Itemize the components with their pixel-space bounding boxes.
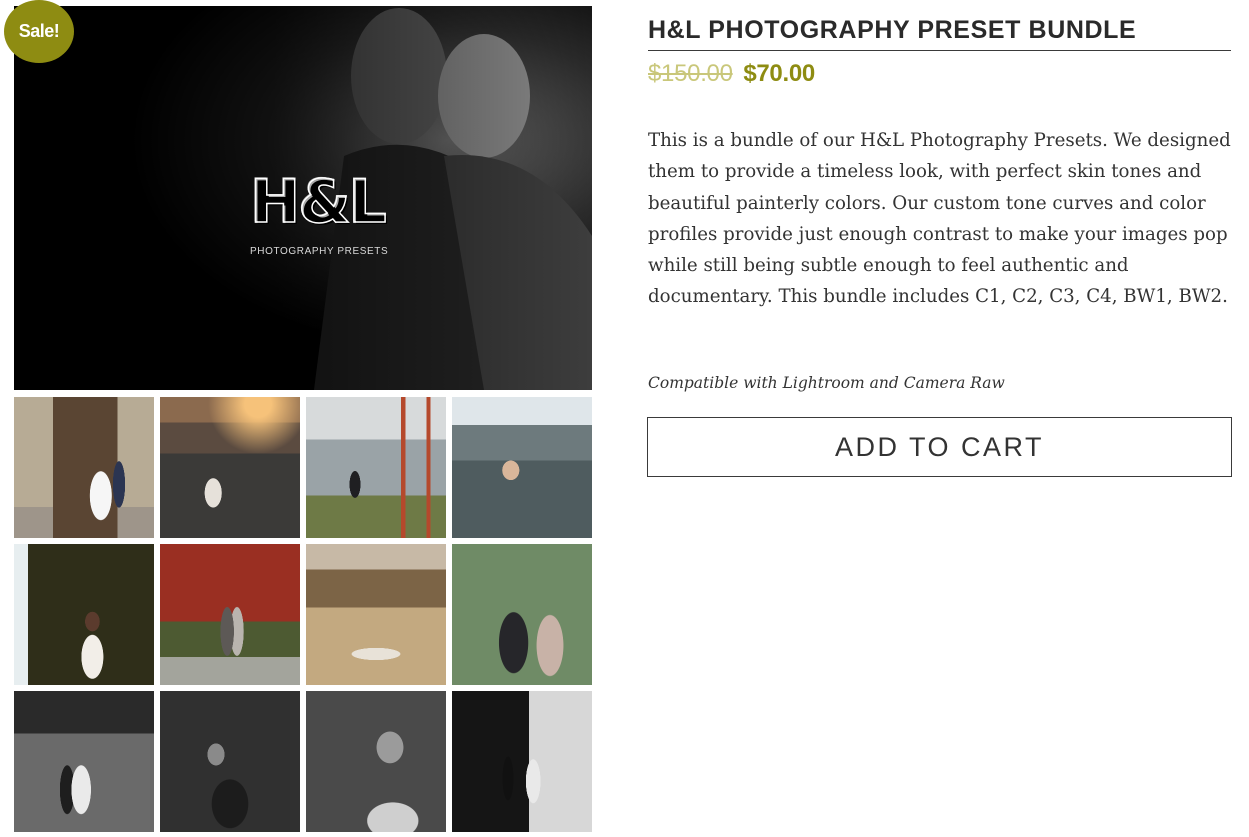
thumbnail[interactable] <box>306 397 446 538</box>
thumbnail[interactable] <box>14 691 154 832</box>
logo-caption: PHOTOGRAPHY PRESETS <box>250 246 389 257</box>
compatibility-note: Compatible with Lightroom and Camera Raw <box>648 374 1005 392</box>
hl-logo: H&L PHOTOGRAPHY PRESETS <box>249 166 390 257</box>
main-product-image[interactable]: H&L PHOTOGRAPHY PRESETS <box>14 6 592 390</box>
sale-badge: Sale! <box>4 0 74 63</box>
add-to-cart-button[interactable]: ADD TO CART <box>647 417 1232 477</box>
original-price: $150.00 <box>648 60 733 87</box>
logo-mark: H&L <box>249 166 390 238</box>
thumbnail[interactable] <box>306 691 446 832</box>
thumbnail[interactable] <box>452 397 592 538</box>
thumbnail[interactable] <box>306 544 446 685</box>
thumbnail[interactable] <box>160 397 300 538</box>
thumbnail[interactable] <box>160 691 300 832</box>
thumbnail[interactable] <box>14 397 154 538</box>
sale-price: $70.00 <box>743 60 815 87</box>
thumbnail[interactable] <box>452 544 592 685</box>
thumbnail-grid <box>14 397 592 832</box>
thumbnail[interactable] <box>160 544 300 685</box>
thumbnail[interactable] <box>452 691 592 832</box>
thumbnail[interactable] <box>14 544 154 685</box>
product-description: This is a bundle of our H&L Photography … <box>648 130 1231 308</box>
price: $150.00 $70.00 <box>648 58 815 90</box>
product-title: H&L PHOTOGRAPHY PRESET BUNDLE <box>648 15 1231 51</box>
